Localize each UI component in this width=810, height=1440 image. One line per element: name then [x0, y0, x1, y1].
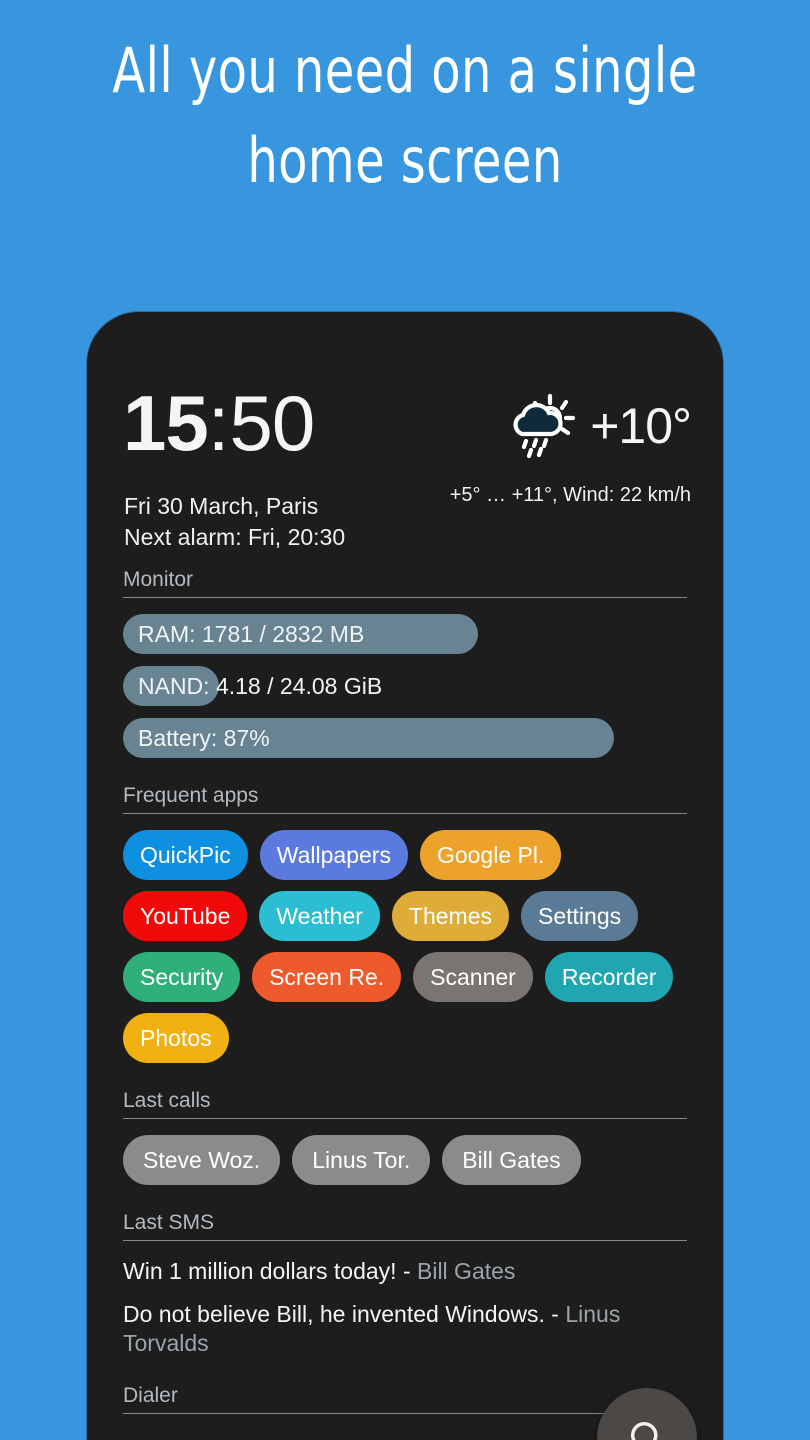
last-calls-chips: Steve Woz. Linus Tor. Bill Gates [123, 1135, 687, 1185]
headline-line-1: All you need on a single [112, 34, 698, 107]
monitor-section: Monitor RAM: 1781 / 2832 MB NAND: 4.18 /… [115, 568, 695, 758]
sms-text: Do not believe Bill, he invented Windows… [123, 1301, 566, 1327]
dialer-title: Dialer [123, 1384, 687, 1414]
app-chip-photos[interactable]: Photos [123, 1013, 229, 1063]
phone-bezel-top [87, 312, 723, 356]
clock-hours: 15 [123, 379, 209, 467]
weather-details: +5° … +11°, Wind: 22 km/h [449, 484, 691, 506]
weather-widget[interactable]: +10° +5° … +11°, Wind: 22 km/h [449, 392, 692, 507]
app-chip-settings[interactable]: Settings [521, 891, 639, 941]
promo-headline: All you need on a single home screen [57, 26, 754, 206]
nand-bar[interactable]: NAND: 4.18 / 24.08 GiB [123, 666, 687, 706]
app-chip-google-play[interactable]: Google Pl. [419, 830, 562, 880]
monitor-bars: RAM: 1781 / 2832 MB NAND: 4.18 / 24.08 G… [123, 614, 687, 758]
alarm-line[interactable]: Next alarm: Fri, 20:30 [124, 522, 345, 553]
sun-behind-rain-cloud-icon [504, 392, 576, 460]
app-chip-themes[interactable]: Themes [391, 891, 509, 941]
frequent-apps-title: Frequent apps [123, 784, 687, 814]
call-chip-steve-woz[interactable]: Steve Woz. [123, 1135, 281, 1185]
headline-line-2: home screen [247, 124, 563, 197]
ram-bar[interactable]: RAM: 1781 / 2832 MB [123, 614, 687, 654]
search-icon [625, 1416, 669, 1440]
last-sms-section: Last SMS Win 1 million dollars today! - … [115, 1211, 695, 1358]
promo-screenshot: All you need on a single home screen 15:… [0, 0, 810, 1440]
app-chip-wallpapers[interactable]: Wallpapers [259, 830, 408, 880]
phone-screen: 15:50 Fri 30 March, Paris Next alarm: Fr… [108, 378, 702, 1440]
app-chip-weather[interactable]: Weather [259, 891, 380, 941]
app-chip-quickpic[interactable]: QuickPic [123, 830, 248, 880]
clock-separator: : [207, 379, 230, 467]
sms-text: Win 1 million dollars today! - [123, 1258, 417, 1284]
frequent-apps-chips: QuickPic Wallpapers Google Pl. YouTube W… [123, 830, 687, 1063]
last-calls-section: Last calls Steve Woz. Linus Tor. Bill Ga… [115, 1089, 695, 1185]
status-widget[interactable]: 15:50 Fri 30 March, Paris Next alarm: Fr… [115, 378, 695, 568]
call-chip-bill-gates[interactable]: Bill Gates [442, 1135, 581, 1185]
sms-sender: Bill Gates [417, 1258, 516, 1284]
call-chip-linus-tor[interactable]: Linus Tor. [292, 1135, 431, 1185]
sms-list: Win 1 million dollars today! - Bill Gate… [123, 1257, 687, 1358]
battery-bar[interactable]: Battery: 87% [123, 718, 687, 758]
weather-temperature: +10° [590, 398, 692, 454]
date-line: Fri 30 March, Paris [124, 493, 319, 519]
last-sms-title: Last SMS [123, 1211, 687, 1241]
app-chip-security[interactable]: Security [123, 952, 241, 1002]
app-chip-scanner[interactable]: Scanner [413, 952, 533, 1002]
battery-bar-label: Battery: 87% [138, 724, 270, 751]
clock-minutes: 50 [229, 379, 315, 467]
nand-bar-label: NAND: 4.18 / 24.08 GiB [138, 672, 383, 699]
phone-frame: 15:50 Fri 30 March, Paris Next alarm: Fr… [87, 312, 723, 1440]
sms-item[interactable]: Do not believe Bill, he invented Windows… [123, 1300, 687, 1358]
ram-bar-label: RAM: 1781 / 2832 MB [138, 620, 365, 647]
frequent-apps-section: Frequent apps QuickPic Wallpapers Google… [115, 784, 695, 1063]
last-calls-title: Last calls [123, 1089, 687, 1119]
clock-widget[interactable]: 15:50 [123, 384, 315, 462]
app-chip-youtube[interactable]: YouTube [123, 891, 248, 941]
sms-item[interactable]: Win 1 million dollars today! - Bill Gate… [123, 1257, 687, 1286]
app-chip-recorder[interactable]: Recorder [544, 952, 674, 1002]
monitor-title: Monitor [123, 568, 687, 598]
app-chip-screen-recorder[interactable]: Screen Re. [252, 952, 402, 1002]
date-alarm-block: Fri 30 March, Paris Next alarm: Fri, 20:… [124, 491, 345, 553]
